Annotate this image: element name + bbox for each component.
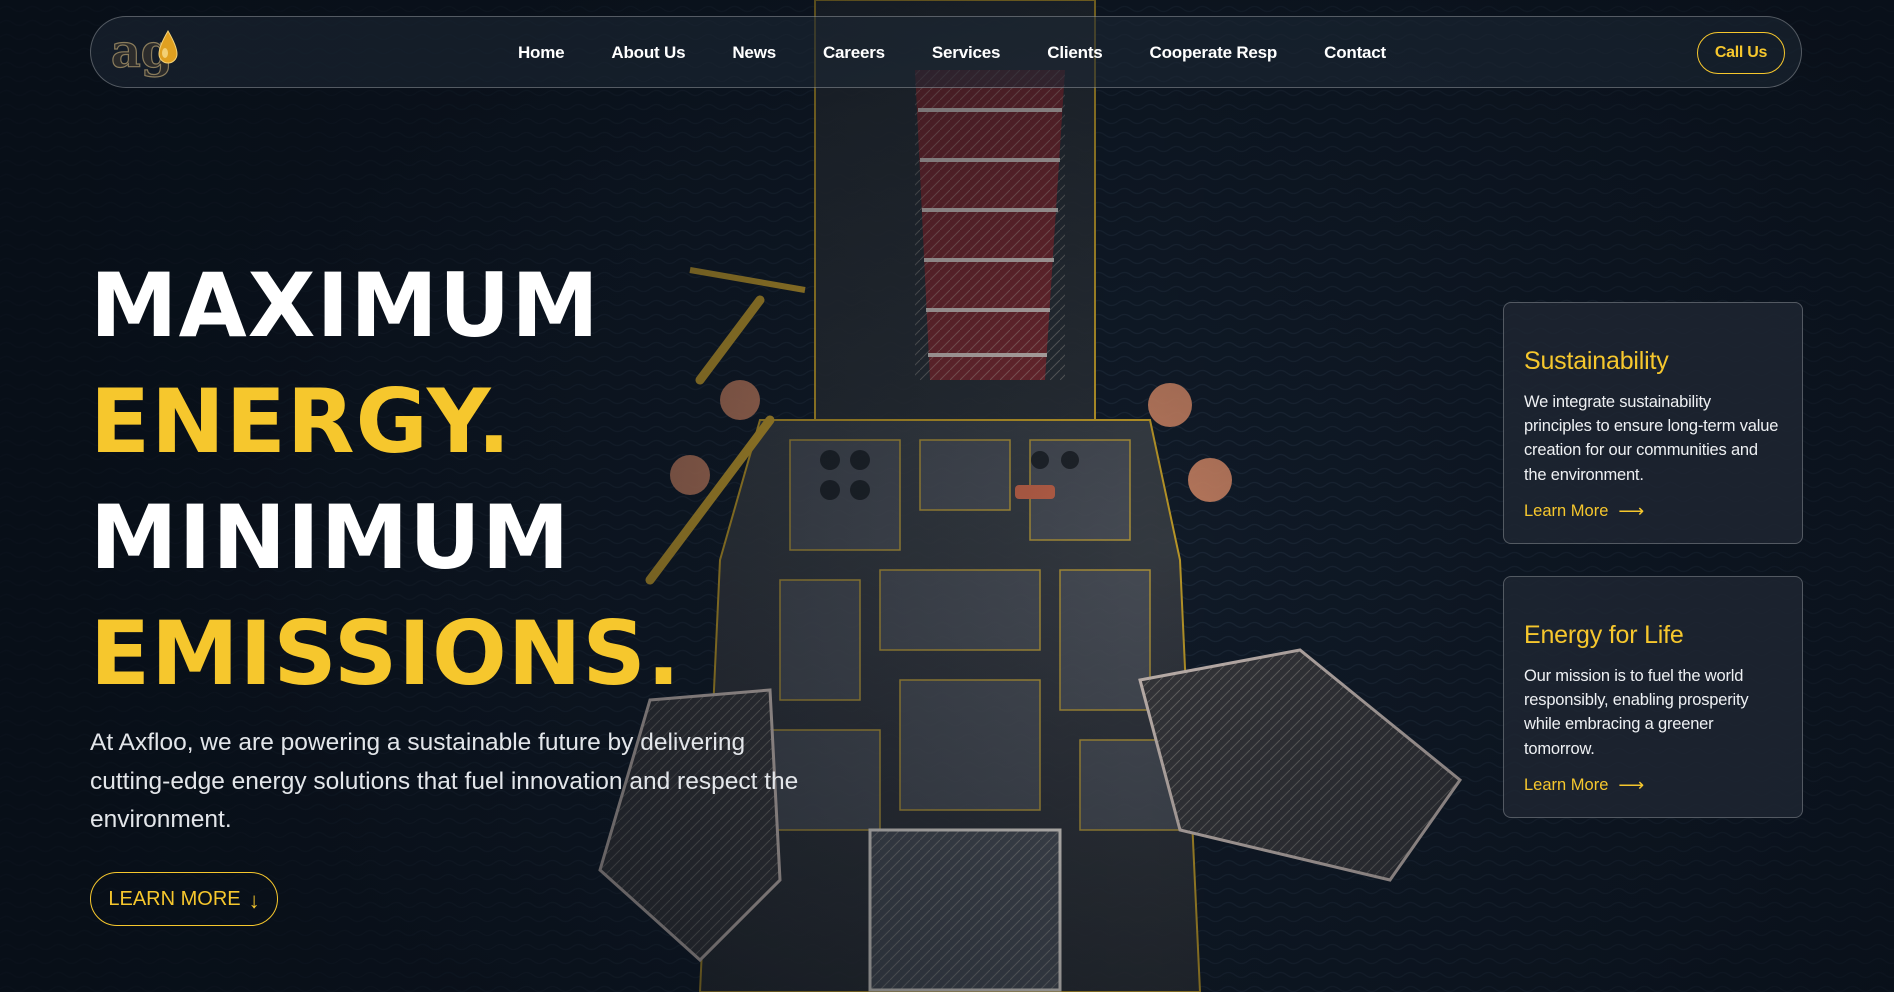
- nav-services-link[interactable]: Services: [932, 43, 1001, 63]
- nav-contact-link[interactable]: Contact: [1324, 43, 1386, 63]
- link-label: Learn More: [1524, 775, 1609, 794]
- main-menu: Home About Us News Careers Services Clie…: [91, 17, 1801, 89]
- headline-line-1: MAXIMUM: [90, 254, 600, 357]
- hero-headline: MAXIMUM ENERGY. MINIMUM EMISSIONS.: [90, 248, 681, 712]
- arrow-down-icon: ↓: [248, 888, 260, 913]
- sustainability-card: Sustainability We integrate sustainabili…: [1503, 302, 1803, 544]
- nav-careers-link[interactable]: Careers: [823, 43, 885, 63]
- top-navbar: ag Home About Us News Careers Services C…: [90, 16, 1802, 88]
- learn-more-label: LEARN MORE: [108, 887, 241, 910]
- hero-description: At Axfloo, we are powering a sustainable…: [90, 729, 799, 833]
- card-title: Sustainability: [1524, 347, 1669, 375]
- headline-line-3: MINIMUM: [90, 486, 571, 589]
- headline-line-2: ENERGY.: [90, 370, 512, 473]
- energy-for-life-card: Energy for Life Our mission is to fuel t…: [1503, 576, 1803, 818]
- call-us-button[interactable]: Call Us: [1697, 32, 1785, 74]
- nav-about-link[interactable]: About Us: [611, 43, 685, 63]
- arrow-right-icon: ⟶: [1618, 774, 1645, 795]
- card-text: Our mission is to fuel the world respons…: [1524, 667, 1749, 758]
- arrow-right-icon: ⟶: [1618, 500, 1645, 521]
- nav-clients-link[interactable]: Clients: [1047, 43, 1102, 63]
- nav-news-link[interactable]: News: [732, 43, 776, 63]
- card-title: Energy for Life: [1524, 621, 1684, 649]
- energy-learn-more-link[interactable]: Learn More ⟶: [1524, 775, 1644, 796]
- card-text: We integrate sustainability principles t…: [1524, 393, 1779, 484]
- sustainability-learn-more-link[interactable]: Learn More ⟶: [1524, 501, 1644, 522]
- link-label: Learn More: [1524, 501, 1609, 520]
- headline-line-4: EMISSIONS.: [90, 602, 682, 705]
- nav-cooperate-resp-link[interactable]: Cooperate Resp: [1150, 43, 1278, 63]
- nav-home-link[interactable]: Home: [518, 43, 565, 63]
- learn-more-button[interactable]: LEARN MORE ↓: [90, 872, 278, 926]
